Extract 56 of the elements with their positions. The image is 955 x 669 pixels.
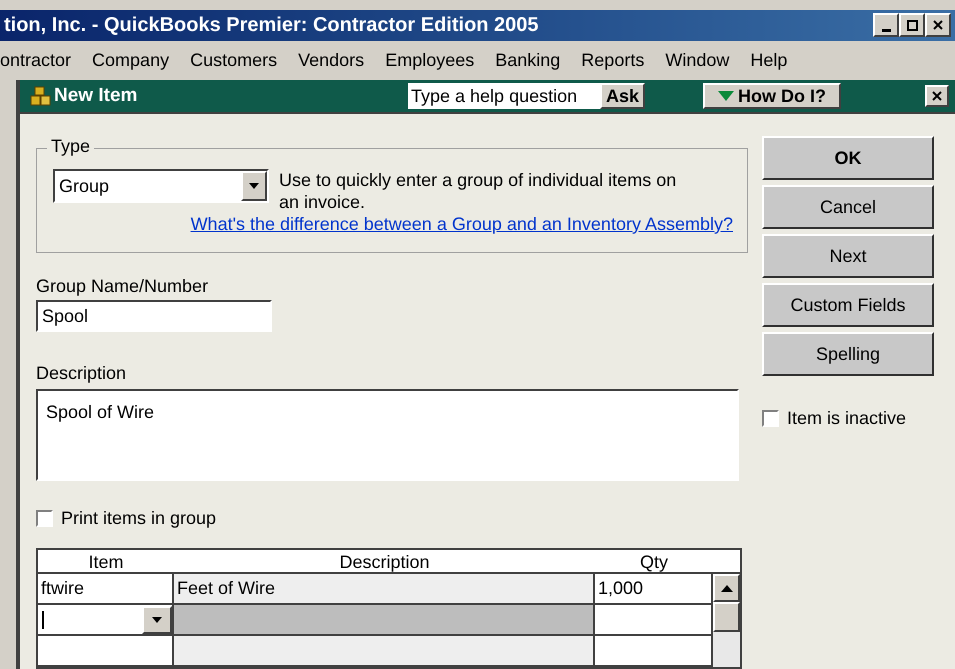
scroll-up-icon xyxy=(720,584,732,592)
triangle-down-icon xyxy=(718,91,734,101)
menu-item[interactable]: Window xyxy=(665,46,730,74)
name-field[interactable]: Spool xyxy=(36,300,272,332)
scroll-thumb[interactable] xyxy=(713,602,740,632)
box-stack-icon xyxy=(30,85,52,107)
field-label: Description xyxy=(36,362,128,384)
maximize-icon xyxy=(906,20,918,31)
dialog-title: New Item xyxy=(54,84,138,108)
menu-item[interactable]: Customers xyxy=(190,46,278,74)
minimize-button[interactable] xyxy=(873,13,899,38)
menu-item[interactable]: Help xyxy=(750,46,788,74)
checkbox-label: Print items in group xyxy=(61,507,216,530)
menu-item[interactable]: Vendors xyxy=(298,46,364,74)
menu-item[interactable]: Banking xyxy=(495,46,560,74)
description-field[interactable]: Spool of Wire xyxy=(36,389,739,481)
column-header[interactable]: Item xyxy=(38,550,174,572)
checkbox[interactable] xyxy=(36,510,53,527)
how-do-i-button[interactable]: How Do I? xyxy=(703,83,842,109)
help-search-field[interactable]: Type a help question xyxy=(408,83,600,109)
maximize-button[interactable] xyxy=(899,13,925,38)
dialog-button[interactable]: Custom Fields xyxy=(762,283,934,327)
close-icon xyxy=(931,90,943,102)
checkbox[interactable] xyxy=(762,410,779,427)
close-icon xyxy=(933,20,943,30)
type-description: Use to quickly enter a group of individual items on an invoice. xyxy=(279,169,678,213)
minimize-icon xyxy=(882,28,890,32)
caret-down-icon xyxy=(249,183,259,189)
dialog-button[interactable]: Next xyxy=(762,234,934,278)
table-cell: Feet of Wire xyxy=(174,574,595,603)
table-cell: ftwire xyxy=(38,574,174,603)
table-row[interactable]: ftwire Feet of Wire 1,000 xyxy=(38,574,713,605)
caret-down-icon xyxy=(152,616,162,622)
scrollbar[interactable] xyxy=(713,574,740,667)
dropdown-button[interactable] xyxy=(241,171,267,201)
column-header[interactable]: Qty xyxy=(595,550,713,572)
scroll-up-button[interactable] xyxy=(713,574,740,602)
type-dropdown[interactable]: Group xyxy=(53,169,269,203)
window-title: tion, Inc. - QuickBooks Premier: Contractor Edition 2005 xyxy=(4,13,540,38)
close-button[interactable] xyxy=(925,13,951,38)
menu-item[interactable]: Reports xyxy=(581,46,644,74)
close-button[interactable] xyxy=(925,85,949,107)
column-header[interactable]: Description xyxy=(174,550,595,572)
checkbox-label: Item is inactive xyxy=(787,407,906,430)
menu-item[interactable]: ontractor xyxy=(0,46,72,74)
help-link[interactable]: What's the difference between a Group and an Inventory Assembly? xyxy=(53,211,747,238)
ask-button[interactable]: Ask xyxy=(600,83,646,109)
group-label: Type xyxy=(47,137,94,155)
menu-item[interactable]: Company xyxy=(92,46,170,74)
dropdown-button[interactable] xyxy=(142,606,172,634)
menu-item[interactable]: Employees xyxy=(385,46,474,74)
text-cursor xyxy=(42,610,44,628)
dialog-button[interactable]: Spelling xyxy=(762,332,934,376)
dialog-button[interactable]: OK xyxy=(762,136,934,180)
dialog-button[interactable]: Cancel xyxy=(762,185,934,229)
field-label: Group Name/Number xyxy=(36,275,210,297)
